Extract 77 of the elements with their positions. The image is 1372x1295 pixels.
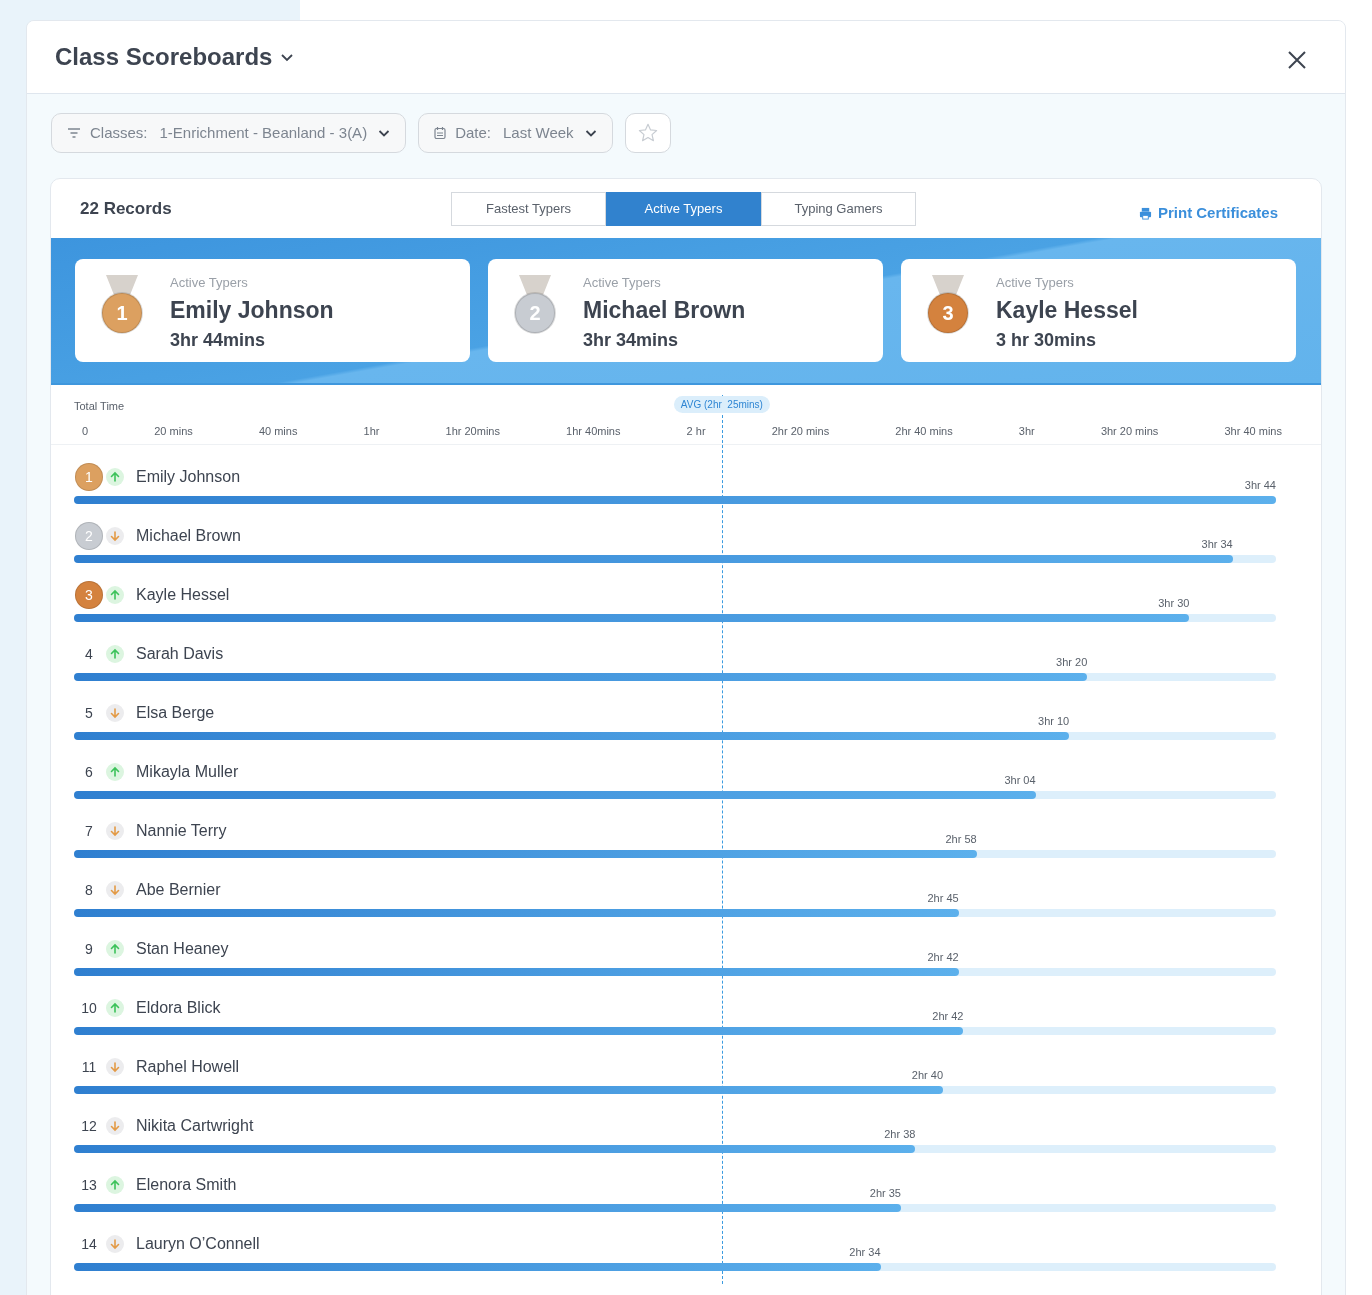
axis-tick: 3hr [1018, 423, 1035, 439]
student-name: Nannie Terry [136, 821, 227, 841]
axis-tick: 40 mins [258, 423, 298, 439]
axis-tick: 0 [82, 423, 89, 439]
card-caption: Active Typers [170, 274, 249, 292]
rank-medal: 3 [75, 581, 103, 609]
student-name: Nikita Cartwright [136, 1116, 254, 1136]
student-name: Raphel Howell [136, 1057, 240, 1077]
filter-dropdown[interactable]: Classes: 1-Enrichment - Beanland - 3(A) [51, 113, 407, 153]
student-name: Eldora Blick [136, 998, 221, 1018]
axis-tick: 2hr 40 mins [895, 423, 953, 439]
value-label: 2hr 42 [932, 1008, 964, 1024]
rank-number: 8 [85, 880, 93, 900]
card-caption: Active Typers [583, 274, 662, 292]
calendar-icon [433, 126, 448, 140]
average-badge: AVG (2hr 25mins) [673, 396, 770, 413]
rank-number: 9 [85, 939, 93, 959]
student-name: Elsa Berge [136, 703, 215, 723]
value-label: 3hr 20 [1056, 654, 1088, 670]
rank-number: 6 [85, 762, 93, 782]
title-dropdown[interactable]: Class Scoreboards [55, 39, 295, 75]
student-name: Mikayla Muller [136, 762, 239, 782]
total-time: 3hr 34mins [583, 328, 680, 352]
student-name: Sarah Davis [136, 644, 224, 664]
axis-title: Total Time [74, 399, 125, 414]
axis-tick: 2hr 20 mins [771, 423, 830, 439]
card-caption: Active Typers [996, 274, 1075, 292]
axis-tick: 20 mins [154, 423, 193, 439]
value-label: 2hr 38 [884, 1126, 916, 1142]
star-icon [636, 122, 659, 144]
axis-tick: 1hr [363, 423, 380, 439]
value-label: 3hr 10 [1038, 713, 1070, 729]
print-certificates-link[interactable]: Print Certificates [1138, 202, 1278, 225]
axis-tick: 1hr 20mins [445, 423, 500, 439]
records-count: 22 Records [80, 197, 173, 220]
rank-medal: 1 [75, 463, 103, 491]
value-label: 3hr 30 [1158, 595, 1190, 611]
rank-number: 11 [81, 1057, 97, 1077]
value-label: 3hr 44 [1244, 477, 1276, 493]
student-name: Kayle Hessel [136, 585, 230, 605]
total-time: 3 hr 30mins [996, 328, 1098, 352]
student-name: Emily Johnson [170, 295, 334, 325]
value-label: 2hr 40 [911, 1067, 944, 1083]
student-name: Abe Bernier [136, 880, 221, 900]
total-time: 3hr 44mins [170, 328, 267, 352]
rank-number: 14 [81, 1234, 97, 1254]
student-name: Stan Heaney [136, 939, 229, 959]
student-name: Emily Johnson [136, 467, 241, 487]
value-label: 2hr 35 [869, 1185, 901, 1201]
value-label: 3hr 04 [1004, 772, 1036, 788]
value-label: 2hr 34 [849, 1244, 881, 1260]
printer-icon [1138, 207, 1152, 220]
value-label: 3hr 34 [1201, 536, 1233, 552]
filter-dropdown[interactable]: Date: Last Week [418, 113, 613, 153]
axis-tick: 1hr 40mins [566, 423, 621, 439]
rank-number: 5 [85, 703, 93, 723]
rank-number: 4 [85, 644, 93, 664]
axis-tick: 2 hr [686, 423, 706, 439]
axis-tick: 3hr 20 mins [1100, 423, 1159, 439]
student-name: Kayle Hessel [996, 295, 1138, 325]
rank-number: 13 [81, 1175, 97, 1195]
value-label: 2hr 58 [945, 831, 977, 847]
axis-tick: 3hr 40 mins [1224, 423, 1282, 439]
rank-number: 10 [81, 998, 97, 1018]
tab[interactable]: Fastest Typers [451, 191, 606, 226]
student-name: Michael Brown [583, 295, 746, 325]
student-name: Lauryn O’Connell [136, 1234, 260, 1254]
value-label: 2hr 45 [927, 890, 959, 906]
close-icon [1287, 50, 1307, 70]
rank-number: 7 [85, 821, 93, 841]
tab[interactable]: Typing Gamers [761, 191, 916, 226]
student-name: Elenora Smith [136, 1175, 237, 1195]
filter-icon [66, 126, 82, 140]
value-label: 2hr 42 [927, 949, 959, 965]
student-name: Michael Brown [136, 526, 241, 546]
tab[interactable]: Active Typers [606, 191, 761, 226]
rank-number: 12 [81, 1116, 97, 1136]
